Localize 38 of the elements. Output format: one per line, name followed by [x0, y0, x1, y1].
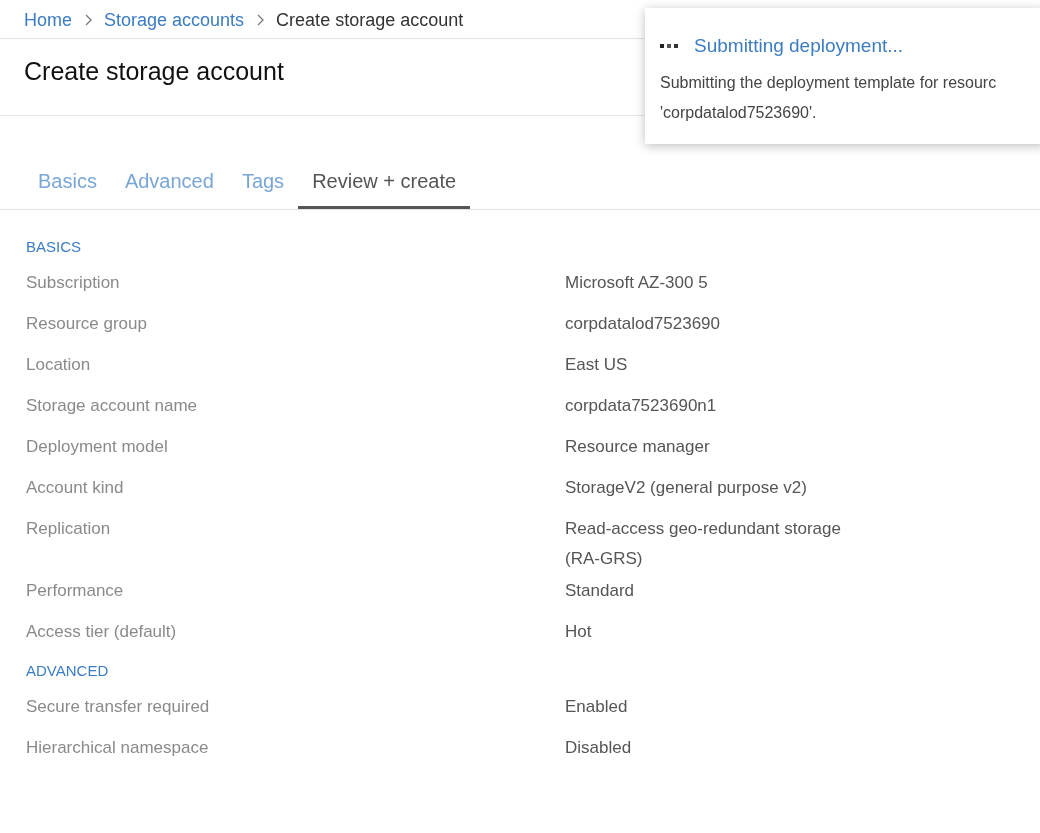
field-value: corpdatalod7523690	[565, 313, 722, 335]
field-value: Hot	[565, 621, 593, 643]
field-label: Storage account name	[26, 395, 199, 417]
field-value: East US	[565, 354, 629, 376]
field-label: Secure transfer required	[26, 696, 211, 718]
field-label: Performance	[26, 580, 125, 602]
breadcrumb-link[interactable]: Home	[24, 6, 72, 34]
chevron-icon	[84, 14, 92, 26]
notification-message: 'corpdatalod7523690'.	[660, 102, 818, 123]
field-label: Access tier (default)	[26, 621, 178, 643]
field-value: Enabled	[565, 696, 629, 718]
tab[interactable]: Review + create	[298, 166, 471, 209]
field-label: Resource group	[26, 313, 148, 335]
field-label: Replication	[26, 518, 112, 540]
section-heading: ADVANCED	[26, 661, 110, 681]
notification-title: Submitting deployment...	[694, 34, 904, 58]
notification-message: Submitting the deployment template for resourc	[660, 72, 998, 93]
field-value: Read-access geo-redundant storage (RA-GRS)	[565, 518, 842, 570]
field-label: Deployment model	[26, 436, 169, 458]
field-value: Microsoft AZ-300 5	[565, 272, 709, 294]
field-label: Subscription	[26, 272, 121, 294]
field-value: corpdata7523690n1	[565, 395, 718, 417]
field-label: Location	[26, 354, 92, 376]
field-value: Resource manager	[565, 436, 711, 458]
field-value: StorageV2 (general purpose v2)	[565, 477, 808, 499]
field-label: Account kind	[26, 477, 125, 499]
tab[interactable]: Advanced	[110, 166, 228, 209]
breadcrumb-link[interactable]: Storage accounts	[104, 6, 245, 34]
breadcrumb-current: Create storage account	[276, 8, 464, 32]
tab[interactable]: Basics	[24, 166, 111, 209]
chevron-icon	[256, 14, 265, 26]
page-title: Create storage account	[24, 56, 284, 87]
section-heading: BASICS	[26, 237, 83, 257]
field-value: Standard	[565, 580, 635, 602]
field-value: Disabled	[565, 737, 633, 759]
field-label: Hierarchical namespace	[26, 737, 210, 759]
progress-dots-icon	[660, 43, 680, 50]
tab[interactable]: Tags	[227, 166, 299, 209]
